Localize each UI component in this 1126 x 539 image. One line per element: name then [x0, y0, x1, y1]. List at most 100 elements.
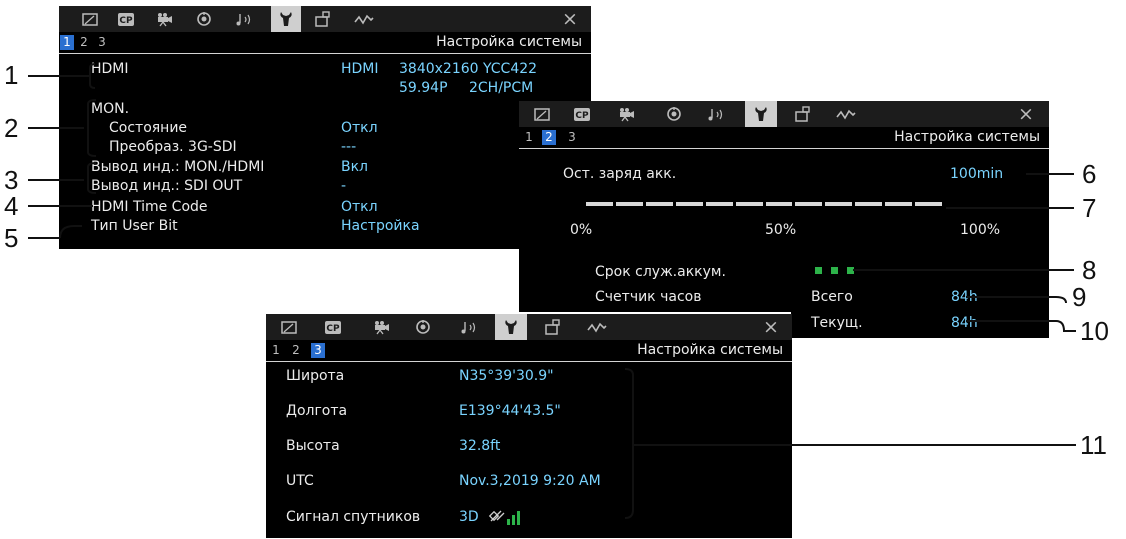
- page-tab-3[interactable]: 3: [95, 35, 109, 50]
- page-tab-2[interactable]: 2: [289, 343, 303, 358]
- page-header: 1 2 3 Настройка системы: [266, 341, 792, 362]
- callout-4: 4: [4, 191, 19, 221]
- page-title: Настройка системы: [637, 342, 783, 358]
- tab-cp[interactable]: CP: [318, 314, 348, 340]
- svg-text:CP: CP: [326, 324, 340, 334]
- page-tab-2[interactable]: 2: [542, 130, 556, 145]
- display-setup-icon: [795, 106, 810, 122]
- tab-custom[interactable]: [659, 101, 689, 127]
- waveform-icon: [587, 322, 607, 333]
- charge-segment: [675, 202, 703, 206]
- output-mon-hdmi-label[interactable]: Вывод инд.: MON./HDMI: [91, 159, 264, 175]
- tab-custom[interactable]: [189, 6, 219, 32]
- tab-frame[interactable]: [527, 101, 557, 127]
- hdmi-value-framerate: 59.94P: [399, 80, 448, 96]
- hdmi-label[interactable]: HDMI: [91, 61, 129, 77]
- camera-icon: [375, 320, 389, 334]
- hdmi-timecode-value: Откл: [341, 199, 378, 215]
- hdmi-value-type: HDMI: [341, 61, 379, 77]
- frame-icon: [534, 107, 550, 121]
- user-bit-value: Настройка: [341, 218, 420, 234]
- audio-icon: [461, 321, 476, 333]
- output-sdi-value: -: [341, 178, 347, 194]
- custom-dial-icon: [667, 107, 681, 121]
- tab-cp[interactable]: CP: [567, 101, 597, 127]
- close-button[interactable]: ×: [557, 6, 583, 32]
- svg-text:CP: CP: [119, 16, 133, 26]
- page-tab-2[interactable]: 2: [77, 35, 91, 50]
- tab-camera[interactable]: [149, 6, 179, 32]
- tab-frame[interactable]: [75, 6, 105, 32]
- current-hours-label[interactable]: Текущ.: [811, 315, 863, 331]
- tab-camera[interactable]: [366, 314, 396, 340]
- audio-icon: [236, 13, 251, 25]
- satellite-signal-icon: [488, 510, 520, 525]
- waveform-icon: [354, 14, 374, 25]
- battery-charge-bar: [586, 202, 943, 206]
- charge-segment: [645, 202, 673, 206]
- tab-audio[interactable]: [229, 6, 259, 32]
- camera-icon: [158, 12, 172, 26]
- satellite-signal-label: Сигнал спутников: [286, 509, 421, 525]
- page-tab-1[interactable]: 1: [522, 130, 536, 145]
- tab-cp[interactable]: CP: [111, 6, 141, 32]
- tab-audio[interactable]: [701, 101, 731, 127]
- callout-11: 11: [1080, 430, 1107, 460]
- callout-1: 1: [4, 60, 19, 90]
- charge-segment: [586, 202, 613, 206]
- charge-segment: [795, 202, 823, 206]
- close-button[interactable]: ×: [1013, 101, 1039, 127]
- menu-tab-bar: CP ×: [59, 6, 591, 32]
- cp-icon: CP: [325, 320, 341, 334]
- cp-icon: CP: [574, 107, 590, 121]
- mon-convert-label[interactable]: Преобраз. 3G-SDI: [109, 139, 237, 155]
- user-bit-label[interactable]: Тип User Bit: [91, 218, 178, 234]
- tab-system[interactable]: [495, 314, 527, 340]
- satellite-signal-value: 3D: [459, 509, 479, 525]
- longitude-label: Долгота: [286, 403, 348, 419]
- menu-tab-bar: CP ×: [266, 314, 792, 340]
- svg-text:CP: CP: [575, 111, 589, 121]
- hdmi-timecode-label[interactable]: HDMI Time Code: [91, 199, 208, 215]
- page-tab-3[interactable]: 3: [565, 130, 579, 145]
- charge-segment: [855, 202, 883, 206]
- display-setup-icon: [315, 11, 330, 27]
- tab-camera[interactable]: [611, 101, 641, 127]
- frame-icon: [82, 12, 98, 26]
- page-tab-1[interactable]: 1: [269, 343, 283, 358]
- output-sdi-label[interactable]: Вывод инд.: SDI OUT: [91, 178, 242, 194]
- utc-value: Nov.3,2019 9:20 AM: [459, 473, 601, 489]
- altitude-label: Высота: [286, 438, 340, 454]
- tab-waveform[interactable]: [831, 101, 861, 127]
- charge-segment: [705, 202, 733, 206]
- tab-display[interactable]: [539, 314, 569, 340]
- tab-waveform[interactable]: [582, 314, 612, 340]
- tab-frame[interactable]: [274, 314, 304, 340]
- tab-display[interactable]: [309, 6, 339, 32]
- life-block: [815, 267, 822, 274]
- tab-system[interactable]: [271, 6, 301, 32]
- close-icon: ×: [562, 8, 578, 30]
- charge-segment: [885, 202, 913, 206]
- battery-life-indicator: [815, 267, 854, 274]
- custom-dial-icon: [197, 12, 211, 26]
- tab-display[interactable]: [789, 101, 819, 127]
- scale-label-50: 50%: [765, 222, 797, 238]
- battery-charge-label: Ост. заряд акк.: [563, 166, 677, 182]
- total-hours-value: 84h: [951, 289, 978, 305]
- tab-custom[interactable]: [408, 314, 438, 340]
- tab-audio[interactable]: [454, 314, 484, 340]
- close-button[interactable]: ×: [758, 314, 784, 340]
- mon-state-label[interactable]: Состояние: [109, 120, 187, 136]
- tab-system[interactable]: [745, 101, 777, 127]
- tab-waveform[interactable]: [349, 6, 379, 32]
- charge-segment: [735, 202, 763, 206]
- life-block: [847, 267, 854, 274]
- page-tab-3[interactable]: 3: [311, 343, 325, 358]
- wrench-icon: [280, 12, 292, 26]
- life-block: [831, 267, 838, 274]
- callout-3: 3: [4, 165, 19, 195]
- mon-label[interactable]: MON.: [91, 101, 129, 117]
- page-tab-1[interactable]: 1: [60, 35, 74, 50]
- callout-5: 5: [4, 223, 19, 253]
